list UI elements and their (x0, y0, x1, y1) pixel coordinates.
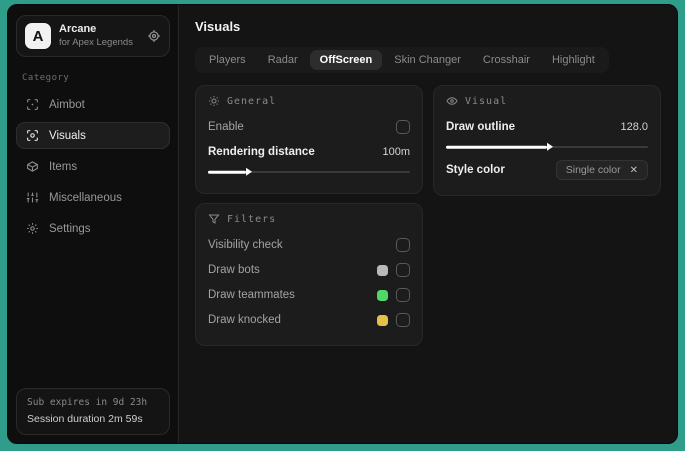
package-icon (26, 160, 39, 173)
sidebar-item-label: Visuals (49, 129, 86, 142)
draw-outline-label: Draw outline (446, 121, 516, 133)
sidebar-item-miscellaneous[interactable]: Miscellaneous (16, 184, 170, 211)
draw-knocked-checkbox[interactable] (396, 313, 410, 327)
style-color-selected-value: Single color (565, 164, 621, 176)
sidebar: A Arcane for Apex Legends Category Aimbo (8, 5, 179, 443)
sidebar-item-label: Miscellaneous (49, 191, 122, 204)
slider-thumb[interactable] (246, 168, 253, 176)
subscription-info-card: Sub expires in 9d 23h Session duration 2… (16, 388, 170, 435)
app-subtitle: for Apex Legends (59, 36, 133, 48)
clear-icon[interactable]: ✕ (630, 165, 638, 176)
sub-expires-text: Sub expires in 9d 23h (27, 397, 148, 409)
section-title: General (227, 95, 277, 107)
draw-outline-slider[interactable] (446, 141, 648, 153)
sidebar-item-label: Settings (49, 222, 91, 235)
filters-section-header: Filters (208, 213, 410, 225)
section-title: Visual (465, 95, 508, 107)
session-duration-text: Session duration 2m 59s (27, 412, 143, 425)
tab-offscreen[interactable]: OffScreen (309, 50, 383, 70)
visibility-check-checkbox[interactable] (396, 238, 410, 252)
draw-bots-label: Draw bots (208, 264, 260, 276)
style-color-label: Style color (446, 164, 505, 176)
draw-knocked-label: Draw knocked (208, 314, 281, 326)
tab-players[interactable]: Players (199, 50, 256, 70)
draw-teammates-label: Draw teammates (208, 289, 295, 301)
general-section: General Enable Rendering distance 100m (195, 85, 423, 194)
tab-skin-changer[interactable]: Skin Changer (384, 50, 471, 70)
main-panel: Visuals Players Radar OffScreen Skin Cha… (179, 5, 677, 443)
app-logo: A (25, 23, 51, 49)
app-name: Arcane (59, 23, 97, 36)
tab-crosshair[interactable]: Crosshair (473, 50, 540, 70)
tab-highlight[interactable]: Highlight (542, 50, 605, 70)
sidebar-item-label: Aimbot (49, 98, 85, 111)
enable-label: Enable (208, 121, 244, 133)
visibility-check-row: Visibility check (208, 234, 410, 256)
enable-row: Enable (208, 116, 410, 138)
style-color-row: Style color Single color ✕ (446, 159, 648, 181)
category-label: Category (22, 73, 70, 83)
eye-icon (446, 95, 458, 107)
visual-section: Visual Draw outline 128.0 Style color Si… (433, 85, 661, 196)
style-color-select[interactable]: Single color ✕ (555, 160, 648, 180)
rendering-distance-label: Rendering distance (208, 146, 315, 158)
draw-teammates-row: Draw teammates (208, 284, 410, 306)
draw-bots-row: Draw bots (208, 259, 410, 281)
app-logo-card: A Arcane for Apex Legends (16, 15, 170, 57)
draw-outline-value: 128.0 (620, 121, 648, 133)
draw-bots-color-swatch[interactable] (377, 264, 388, 276)
rendering-distance-slider[interactable] (208, 166, 410, 178)
draw-outline-row: Draw outline 128.0 (446, 116, 648, 138)
sidebar-item-items[interactable]: Items (16, 153, 170, 180)
visual-section-header: Visual (446, 95, 648, 107)
draw-bots-checkbox[interactable] (396, 263, 410, 277)
filter-icon (208, 213, 220, 225)
app-window: A Arcane for Apex Legends Category Aimbo (7, 4, 678, 444)
draw-teammates-color-swatch[interactable] (377, 289, 388, 301)
sidebar-item-settings[interactable]: Settings (16, 215, 170, 242)
section-title: Filters (227, 213, 277, 225)
slider-fill (208, 168, 253, 176)
rendering-distance-value: 100m (382, 146, 410, 158)
target-icon[interactable] (147, 29, 161, 43)
gear-icon (26, 222, 39, 235)
sidebar-item-visuals[interactable]: Visuals (16, 122, 170, 149)
visuals-icon (26, 129, 39, 142)
visibility-check-label: Visibility check (208, 239, 283, 251)
draw-knocked-color-swatch[interactable] (377, 314, 388, 326)
slider-fill (446, 143, 553, 151)
draw-teammates-checkbox[interactable] (396, 288, 410, 302)
slider-thumb[interactable] (547, 143, 553, 151)
app-title-block: Arcane for Apex Legends (59, 23, 139, 49)
visuals-tabbar: Players Radar OffScreen Skin Changer Cro… (195, 47, 609, 73)
sliders-icon (26, 191, 39, 204)
sidebar-item-aimbot[interactable]: Aimbot (16, 91, 170, 118)
sun-icon (208, 95, 220, 107)
draw-knocked-row: Draw knocked (208, 309, 410, 331)
page-title: Visuals (195, 19, 241, 34)
filters-section: Filters Visibility check Draw bots Draw … (195, 203, 423, 346)
sidebar-item-label: Items (49, 160, 78, 173)
tab-radar[interactable]: Radar (258, 50, 308, 70)
enable-checkbox[interactable] (396, 120, 410, 134)
general-section-header: General (208, 95, 410, 107)
aimbot-icon (26, 98, 39, 111)
rendering-distance-row: Rendering distance 100m (208, 141, 410, 163)
